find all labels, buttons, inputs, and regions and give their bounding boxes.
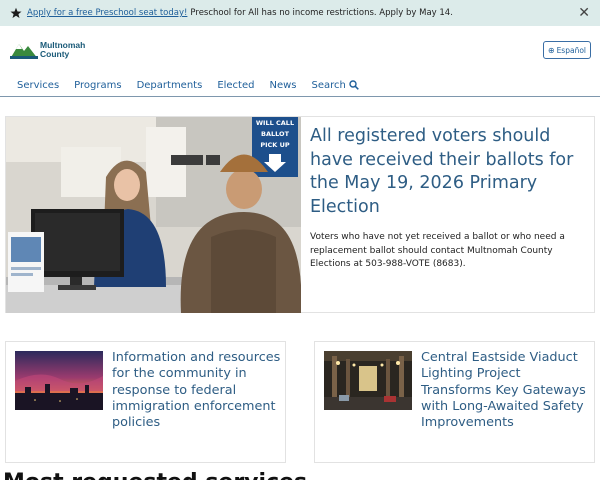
close-icon[interactable]: ✕ [578,5,590,21]
language-label: Español [556,45,586,55]
globe-icon: ⊕ [547,45,555,55]
sign-text-3: PICK UP [260,141,290,149]
logo-line-2: County [40,49,70,59]
viaduct-lighting-image [324,351,412,410]
nav-search[interactable]: Search [312,80,359,91]
sign-text-1: WILL CALL [256,119,294,127]
immigration-card-title[interactable]: Information and resources for the commun… [112,350,282,431]
nav-search-label: Search [311,79,346,91]
sign-text-2: BALLOT [261,130,290,138]
star-icon [10,7,22,18]
hero-feature[interactable]: WILL CALL BALLOT PICK UP All registered … [5,116,595,313]
language-button[interactable]: ⊕ Español [542,41,591,59]
hero-photo: WILL CALL BALLOT PICK UP [6,117,301,313]
feature-card-viaduct[interactable]: Central Eastside Viaduct Lighting Projec… [314,341,595,463]
alert-banner: Apply for a free Preschool seat today! P… [0,0,600,26]
county-logo[interactable]: Multnomah County [10,36,90,64]
nav-news[interactable]: News [269,80,296,91]
sunset-city-image [15,351,103,410]
feature-card-immigration[interactable]: Information and resources for the commun… [5,341,286,463]
nav-services[interactable]: Services [17,80,59,91]
alert-text: Preschool for All has no income restrict… [190,8,453,18]
nav-departments[interactable]: Departments [137,80,203,91]
nav-programs[interactable]: Programs [74,80,121,91]
hero-body: Voters who have not yet received a ballo… [310,232,565,269]
most-requested-heading: Most requested services [3,470,307,480]
preschool-apply-link[interactable]: Apply for a free Preschool seat today! [27,8,187,18]
site-header: Multnomah County ⊕ Español [0,26,600,74]
main-nav: Services Programs Departments Elected Ne… [0,74,600,97]
search-icon [349,80,359,90]
nav-elected[interactable]: Elected [217,80,254,91]
mountain-logo-icon [10,44,38,59]
hero-title[interactable]: All registered voters should have receiv… [310,125,590,219]
viaduct-card-title[interactable]: Central Eastside Viaduct Lighting Projec… [421,350,591,431]
